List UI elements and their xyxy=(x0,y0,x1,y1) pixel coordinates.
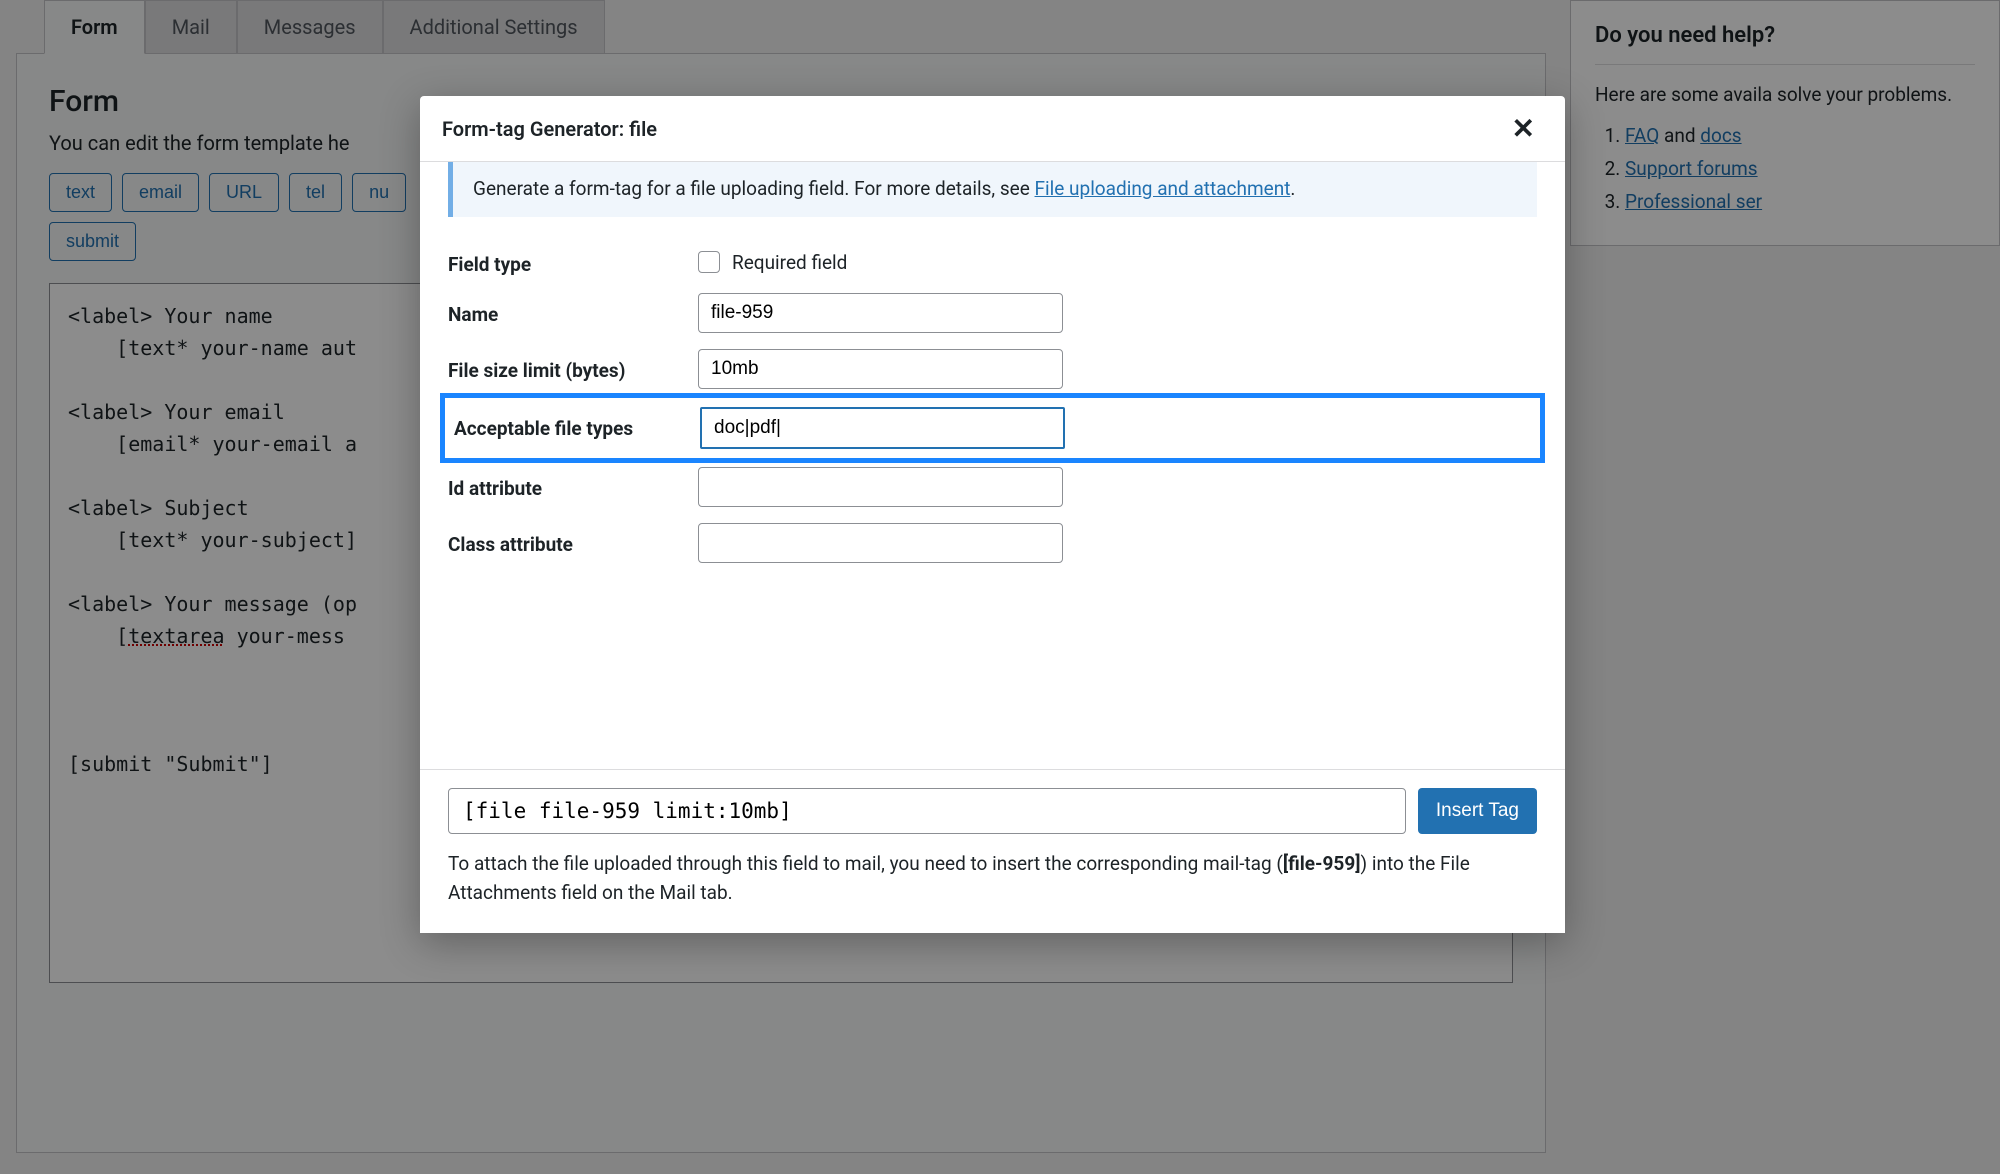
row-acceptable-file-types: Acceptable file types xyxy=(448,401,1537,455)
generated-tag-output[interactable] xyxy=(448,788,1406,834)
modal-footer: Insert Tag To attach the file uploaded t… xyxy=(420,769,1565,933)
modal-title: Form-tag Generator: file xyxy=(442,117,657,141)
info-text-pre: Generate a form-tag for a file uploading… xyxy=(473,177,1035,200)
input-id-attribute[interactable] xyxy=(698,467,1063,507)
input-file-size-limit[interactable] xyxy=(698,349,1063,389)
foot-mail-tag: [file-959] xyxy=(1283,852,1361,875)
row-file-size-limit: File size limit (bytes) xyxy=(448,341,1537,397)
label-required-field: Required field xyxy=(732,251,847,274)
checkbox-required-field[interactable] xyxy=(698,251,720,273)
label-id-attribute: Id attribute xyxy=(448,467,678,502)
input-class-attribute[interactable] xyxy=(698,523,1063,563)
modal-info-box: Generate a form-tag for a file uploading… xyxy=(448,162,1537,217)
input-name[interactable] xyxy=(698,293,1063,333)
insert-tag-button[interactable]: Insert Tag xyxy=(1418,788,1537,834)
form-tag-generator-modal: Form-tag Generator: file ✕ Generate a fo… xyxy=(420,96,1565,933)
row-name: Name xyxy=(448,285,1537,341)
label-field-type: Field type xyxy=(448,243,678,278)
row-field-type: Field type Required field xyxy=(448,235,1537,286)
row-id-attribute: Id attribute xyxy=(448,459,1537,515)
close-icon[interactable]: ✕ xyxy=(1504,108,1543,149)
label-acceptable-file-types: Acceptable file types xyxy=(450,407,680,442)
modal-body: Generate a form-tag for a file uploading… xyxy=(420,162,1565,769)
input-acceptable-file-types[interactable] xyxy=(700,407,1065,449)
label-file-size-limit: File size limit (bytes) xyxy=(448,349,678,384)
modal-footer-text: To attach the file uploaded through this… xyxy=(448,850,1537,907)
foot-pre: To attach the file uploaded through this… xyxy=(448,852,1283,875)
link-file-uploading-attachment[interactable]: File uploading and attachment xyxy=(1035,177,1291,200)
label-class-attribute: Class attribute xyxy=(448,523,678,558)
tag-output-row: Insert Tag xyxy=(448,788,1537,834)
label-name: Name xyxy=(448,293,678,328)
row-class-attribute: Class attribute xyxy=(448,515,1537,571)
modal-header: Form-tag Generator: file ✕ xyxy=(420,96,1565,162)
info-text-post: . xyxy=(1290,177,1295,200)
